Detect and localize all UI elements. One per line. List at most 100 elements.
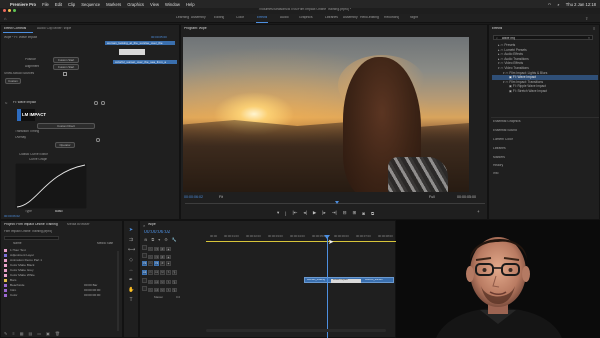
insert-icon[interactable]: ⊟	[343, 210, 347, 216]
section-history[interactable]: History	[493, 164, 503, 168]
lock-icon[interactable]: ⊡	[148, 287, 153, 292]
mic-icon[interactable]: 🎙	[172, 287, 177, 292]
target-toggle[interactable]	[142, 253, 147, 258]
type-value[interactable]: Basic	[55, 210, 63, 214]
ws-tab-assembly[interactable]: Assembly	[191, 16, 206, 20]
clock[interactable]: Thu 2 Jan 12:18	[566, 2, 596, 7]
ws-tab-audio[interactable]: Audio	[280, 16, 289, 20]
ripple-edit-icon[interactable]: ⟷	[128, 247, 135, 253]
tab-project[interactable]: Project: Film Impact Online Training	[4, 223, 64, 227]
hand-tool-icon[interactable]: ✋	[128, 287, 134, 293]
mark-in-icon[interactable]: ▾	[277, 210, 279, 216]
ws-tab-color[interactable]: Color	[236, 16, 244, 20]
target-toggle[interactable]: A1	[142, 270, 147, 275]
work-area-bar[interactable]	[206, 241, 396, 242]
menu-help[interactable]: Help	[186, 2, 195, 7]
add-marker-icon[interactable]: ▾	[158, 237, 160, 242]
close-window-icon[interactable]	[3, 9, 6, 12]
mute-icon[interactable]: M	[160, 279, 165, 284]
project-search-input[interactable]	[4, 236, 59, 240]
wifi-icon[interactable]: ◠	[548, 2, 552, 7]
menu-file[interactable]: File	[42, 2, 49, 7]
effects-search-input[interactable]: ⌕ wave imp ×	[493, 35, 593, 40]
target-toggle[interactable]: V1	[142, 261, 147, 266]
go-to-out-icon[interactable]: ⇥|	[332, 210, 337, 216]
solo-icon[interactable]: S	[166, 279, 171, 284]
lock-icon[interactable]: ⊡	[148, 261, 153, 266]
lock-icon[interactable]: ⊡	[148, 279, 153, 284]
wrench-icon[interactable]: 🔧	[172, 237, 177, 242]
track-label[interactable]: A1	[154, 270, 159, 275]
clear-icon[interactable]: ×	[588, 36, 590, 40]
eye-icon[interactable]: ◉	[166, 261, 171, 266]
target-toggle[interactable]	[142, 278, 147, 283]
slip-tool-icon[interactable]: ↔	[128, 267, 134, 273]
track-label[interactable]: V3	[154, 246, 159, 251]
mute-icon[interactable]: M	[160, 287, 165, 292]
ws-tab-assembly-2[interactable]: Assembly	[343, 16, 358, 20]
timeline-clips-v1[interactable]: woman_looking Wave Impact colorful_sunse…	[304, 277, 394, 283]
custom-direct-button[interactable]: Custom Direct	[37, 123, 95, 129]
minimize-window-icon[interactable]	[8, 9, 11, 12]
list-item[interactable]: Color 00:00:00:00	[4, 293, 119, 298]
sync-icon[interactable]: ⇄	[160, 246, 165, 251]
razor-tool-icon[interactable]: ◇	[128, 257, 134, 263]
quality-dropdown[interactable]: Full	[429, 195, 435, 199]
section-info[interactable]: Info	[493, 172, 499, 176]
export-frame-icon[interactable]: ◙	[362, 211, 365, 216]
timeline-settings-icon[interactable]: ⚙	[164, 237, 168, 242]
column-media-start[interactable]: Media Start	[97, 242, 113, 246]
menu-edit[interactable]: Edit	[55, 2, 62, 7]
list-view-icon[interactable]: ≡	[12, 331, 14, 337]
new-bin-icon[interactable]: ▭	[37, 331, 41, 337]
step-back-icon[interactable]: ◂|	[303, 210, 306, 216]
track-label[interactable]: V1	[154, 261, 159, 266]
overwrite-icon[interactable]: ⊞	[352, 210, 356, 216]
linked-selection-icon[interactable]: ⧉	[151, 237, 154, 242]
master-volume[interactable]: 0.0	[176, 296, 180, 299]
tab-program[interactable]: Program: Wipe	[184, 27, 207, 31]
go-to-in-icon[interactable]: |⇤	[292, 210, 297, 216]
target-toggle[interactable]	[142, 286, 147, 291]
program-playhead-icon[interactable]	[335, 201, 339, 204]
play-icon[interactable]: ▶	[313, 210, 316, 216]
zoom-window-icon[interactable]	[13, 9, 16, 12]
tab-media-browser[interactable]: Media Browser	[67, 223, 90, 227]
tab-sequence-wipe[interactable]: Wipe	[148, 223, 156, 227]
button-editor-icon[interactable]: +	[477, 209, 480, 214]
ec-clip-a[interactable]: woman_looking_at_the_sunrise_over_the	[105, 41, 175, 45]
sync-icon[interactable]: ⇄	[160, 254, 165, 259]
ec-clip-b[interactable]: colorful_sunset_over_the_sea_from_a	[113, 60, 177, 64]
tree-item-stretch-wave[interactable]: ▣ FI: Stretch Wave Impact	[492, 89, 598, 94]
time-ruler[interactable]: 00:00 00:00:01:00 00:00:02:00 00:00:03:0…	[206, 235, 396, 243]
position-dropdown[interactable]: Custom Start	[53, 57, 79, 63]
menu-clip[interactable]: Clip	[68, 2, 75, 7]
track-label[interactable]: A3	[154, 287, 159, 292]
tab-effects[interactable]: Effects	[492, 27, 502, 31]
timeline-playhead[interactable]	[327, 235, 328, 338]
ws-tab-libraries[interactable]: Libraries	[325, 16, 338, 20]
home-icon[interactable]: ⌂	[4, 16, 6, 21]
snap-icon[interactable]: ⋒	[144, 237, 147, 242]
eye-icon[interactable]: ◉	[166, 246, 171, 251]
tab-effect-controls[interactable]: Effect Controls	[4, 27, 26, 31]
comparison-icon[interactable]: ⧉	[371, 211, 374, 216]
step-forward-icon[interactable]: |▸	[322, 210, 325, 216]
ws-tab-night[interactable]: Night	[410, 16, 418, 20]
lock-icon[interactable]: ⊡	[148, 246, 153, 251]
target-toggle[interactable]	[142, 245, 147, 250]
wave-impact-transition[interactable]: Wave Impact	[331, 278, 361, 283]
curve-graph[interactable]	[15, 163, 87, 209]
show-sources-checkbox[interactable]	[63, 72, 67, 76]
fx-toggle-icon[interactable]: fx	[5, 101, 7, 105]
project-scrollbar[interactable]	[117, 251, 119, 331]
operator-button[interactable]: Operator	[55, 142, 75, 148]
freeform-view-icon[interactable]: ▤	[28, 331, 32, 337]
track-select-icon[interactable]: ⇉	[128, 237, 134, 243]
new-item-icon[interactable]: ▣	[46, 331, 50, 337]
menu-sequence[interactable]: Sequence	[81, 2, 100, 7]
ws-tab-graphics[interactable]: Graphics	[299, 16, 313, 20]
mute-icon[interactable]: M	[160, 270, 165, 275]
track-label[interactable]: A2	[154, 279, 159, 284]
tab-audio-clip-mixer[interactable]: Audio Clip Mixer: Wipe	[37, 27, 71, 31]
